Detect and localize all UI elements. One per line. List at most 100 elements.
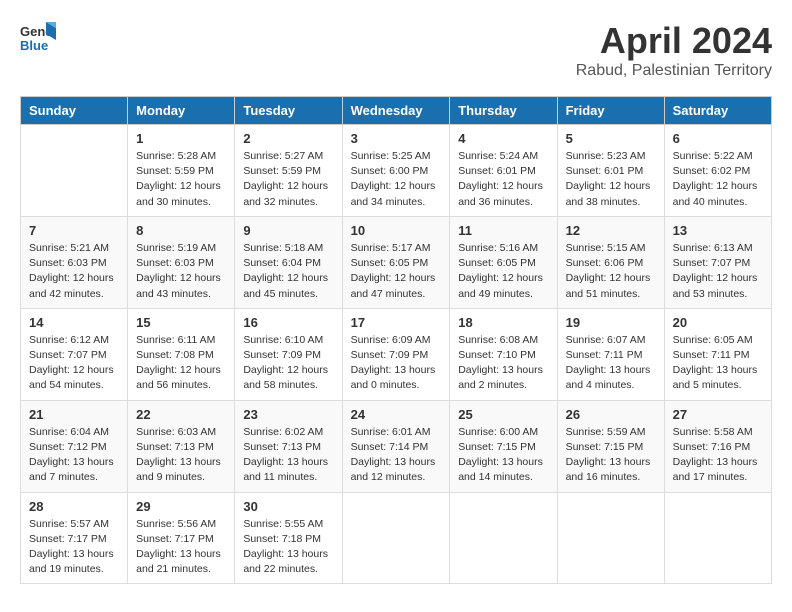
day-number: 4 — [458, 131, 548, 146]
day-number: 5 — [566, 131, 656, 146]
col-header-sunday: Sunday — [21, 97, 128, 125]
day-number: 24 — [351, 407, 442, 422]
calendar-cell: 10Sunrise: 5:17 AM Sunset: 6:05 PM Dayli… — [342, 216, 450, 308]
day-info: Sunrise: 5:24 AM Sunset: 6:01 PM Dayligh… — [458, 149, 548, 210]
calendar-cell — [450, 492, 557, 584]
day-number: 14 — [29, 315, 119, 330]
day-number: 28 — [29, 499, 119, 514]
day-number: 16 — [243, 315, 333, 330]
calendar-cell: 5 Sunrise: 5:23 AM Sunset: 6:01 PM Daylig… — [557, 125, 664, 217]
day-number: 1 — [136, 131, 226, 146]
calendar-cell: 18 Sunrise: 6:08 AM Sunset: 7:10 PM Dayli… — [450, 308, 557, 400]
calendar-table: SundayMondayTuesdayWednesdayThursdayFrid… — [20, 96, 772, 584]
day-info: Sunrise: 6:05 AM Sunset: 7:11 PM Dayligh… — [673, 333, 763, 394]
calendar-cell: 19 Sunrise: 6:07 AM Sunset: 7:11 PM Dayli… — [557, 308, 664, 400]
calendar-cell — [21, 125, 128, 217]
calendar-cell: 17Sunrise: 6:09 AM Sunset: 7:09 PM Dayli… — [342, 308, 450, 400]
day-info: Sunrise: 6:03 AM Sunset: 7:13 PM Dayligh… — [136, 425, 226, 486]
calendar-week-4: 21 Sunrise: 6:04 AM Sunset: 7:12 PM Dayli… — [21, 400, 772, 492]
calendar-cell: 14Sunrise: 6:12 AM Sunset: 7:07 PM Dayli… — [21, 308, 128, 400]
day-info: Sunrise: 6:01 AM Sunset: 7:14 PM Dayligh… — [351, 425, 442, 486]
calendar-cell: 28 Sunrise: 5:57 AM Sunset: 7:17 PM Dayli… — [21, 492, 128, 584]
logo: General Blue — [20, 20, 56, 56]
day-info: Sunrise: 5:19 AM Sunset: 6:03 PM Dayligh… — [136, 241, 226, 302]
calendar-cell: 12 Sunrise: 5:15 AM Sunset: 6:06 PM Dayli… — [557, 216, 664, 308]
calendar-cell: 16Sunrise: 6:10 AM Sunset: 7:09 PM Dayli… — [235, 308, 342, 400]
calendar-cell: 8 Sunrise: 5:19 AM Sunset: 6:03 PM Daylig… — [128, 216, 235, 308]
day-number: 12 — [566, 223, 656, 238]
day-number: 21 — [29, 407, 119, 422]
day-info: Sunrise: 6:02 AM Sunset: 7:13 PM Dayligh… — [243, 425, 333, 486]
day-info: Sunrise: 5:57 AM Sunset: 7:17 PM Dayligh… — [29, 517, 119, 578]
day-info: Sunrise: 5:15 AM Sunset: 6:06 PM Dayligh… — [566, 241, 656, 302]
day-number: 11 — [458, 223, 548, 238]
calendar-cell: 24 Sunrise: 6:01 AM Sunset: 7:14 PM Dayli… — [342, 400, 450, 492]
calendar-week-5: 28 Sunrise: 5:57 AM Sunset: 7:17 PM Dayli… — [21, 492, 772, 584]
title-area: April 2024 Rabud, Palestinian Territory — [576, 20, 772, 80]
day-info: Sunrise: 5:23 AM Sunset: 6:01 PM Dayligh… — [566, 149, 656, 210]
day-number: 7 — [29, 223, 119, 238]
calendar-cell: 1Sunrise: 5:28 AM Sunset: 5:59 PM Daylig… — [128, 125, 235, 217]
day-info: Sunrise: 6:07 AM Sunset: 7:11 PM Dayligh… — [566, 333, 656, 394]
col-header-tuesday: Tuesday — [235, 97, 342, 125]
day-info: Sunrise: 6:11 AM Sunset: 7:08 PM Dayligh… — [136, 333, 226, 394]
calendar-cell: 20 Sunrise: 6:05 AM Sunset: 7:11 PM Dayli… — [664, 308, 771, 400]
logo-icon: General Blue — [20, 20, 56, 56]
day-number: 23 — [243, 407, 333, 422]
day-number: 20 — [673, 315, 763, 330]
calendar-cell: 26 Sunrise: 5:59 AM Sunset: 7:15 PM Dayli… — [557, 400, 664, 492]
calendar-cell: 13Sunrise: 6:13 AM Sunset: 7:07 PM Dayli… — [664, 216, 771, 308]
day-number: 19 — [566, 315, 656, 330]
calendar-cell: 21 Sunrise: 6:04 AM Sunset: 7:12 PM Dayli… — [21, 400, 128, 492]
day-number: 15 — [136, 315, 226, 330]
header: General Blue April 2024 Rabud, Palestini… — [20, 20, 772, 80]
day-number: 3 — [351, 131, 442, 146]
day-number: 27 — [673, 407, 763, 422]
subtitle: Rabud, Palestinian Territory — [576, 62, 772, 80]
day-info: Sunrise: 6:13 AM Sunset: 7:07 PM Dayligh… — [673, 241, 763, 302]
calendar-cell: 4 Sunrise: 5:24 AM Sunset: 6:01 PM Daylig… — [450, 125, 557, 217]
calendar-cell: 25Sunrise: 6:00 AM Sunset: 7:15 PM Dayli… — [450, 400, 557, 492]
day-info: Sunrise: 5:58 AM Sunset: 7:16 PM Dayligh… — [673, 425, 763, 486]
day-number: 9 — [243, 223, 333, 238]
day-info: Sunrise: 5:21 AM Sunset: 6:03 PM Dayligh… — [29, 241, 119, 302]
col-header-monday: Monday — [128, 97, 235, 125]
calendar-cell: 22 Sunrise: 6:03 AM Sunset: 7:13 PM Dayli… — [128, 400, 235, 492]
col-header-friday: Friday — [557, 97, 664, 125]
calendar-cell: 30 Sunrise: 5:55 AM Sunset: 7:18 PM Dayli… — [235, 492, 342, 584]
day-info: Sunrise: 5:59 AM Sunset: 7:15 PM Dayligh… — [566, 425, 656, 486]
calendar-cell: 27 Sunrise: 5:58 AM Sunset: 7:16 PM Dayli… — [664, 400, 771, 492]
calendar-cell: 6Sunrise: 5:22 AM Sunset: 6:02 PM Daylig… — [664, 125, 771, 217]
day-number: 22 — [136, 407, 226, 422]
calendar-week-3: 14Sunrise: 6:12 AM Sunset: 7:07 PM Dayli… — [21, 308, 772, 400]
day-number: 18 — [458, 315, 548, 330]
day-number: 29 — [136, 499, 226, 514]
day-info: Sunrise: 6:08 AM Sunset: 7:10 PM Dayligh… — [458, 333, 548, 394]
calendar-cell — [342, 492, 450, 584]
svg-text:Blue: Blue — [20, 38, 48, 53]
day-info: Sunrise: 6:09 AM Sunset: 7:09 PM Dayligh… — [351, 333, 442, 394]
calendar-cell: 29 Sunrise: 5:56 AM Sunset: 7:17 PM Dayli… — [128, 492, 235, 584]
day-info: Sunrise: 6:00 AM Sunset: 7:15 PM Dayligh… — [458, 425, 548, 486]
day-info: Sunrise: 5:27 AM Sunset: 5:59 PM Dayligh… — [243, 149, 333, 210]
day-info: Sunrise: 5:16 AM Sunset: 6:05 PM Dayligh… — [458, 241, 548, 302]
main-title: April 2024 — [576, 20, 772, 62]
calendar-week-1: 1Sunrise: 5:28 AM Sunset: 5:59 PM Daylig… — [21, 125, 772, 217]
calendar-cell: 23 Sunrise: 6:02 AM Sunset: 7:13 PM Dayli… — [235, 400, 342, 492]
col-header-thursday: Thursday — [450, 97, 557, 125]
day-info: Sunrise: 5:25 AM Sunset: 6:00 PM Dayligh… — [351, 149, 442, 210]
day-number: 8 — [136, 223, 226, 238]
calendar-cell — [557, 492, 664, 584]
day-number: 26 — [566, 407, 656, 422]
col-header-wednesday: Wednesday — [342, 97, 450, 125]
day-number: 30 — [243, 499, 333, 514]
day-info: Sunrise: 6:04 AM Sunset: 7:12 PM Dayligh… — [29, 425, 119, 486]
calendar-cell — [664, 492, 771, 584]
calendar-cell: 11 Sunrise: 5:16 AM Sunset: 6:05 PM Dayli… — [450, 216, 557, 308]
day-number: 6 — [673, 131, 763, 146]
day-info: Sunrise: 5:55 AM Sunset: 7:18 PM Dayligh… — [243, 517, 333, 578]
calendar-cell: 9 Sunrise: 5:18 AM Sunset: 6:04 PM Daylig… — [235, 216, 342, 308]
day-info: Sunrise: 5:18 AM Sunset: 6:04 PM Dayligh… — [243, 241, 333, 302]
day-info: Sunrise: 5:17 AM Sunset: 6:05 PM Dayligh… — [351, 241, 442, 302]
day-info: Sunrise: 5:56 AM Sunset: 7:17 PM Dayligh… — [136, 517, 226, 578]
